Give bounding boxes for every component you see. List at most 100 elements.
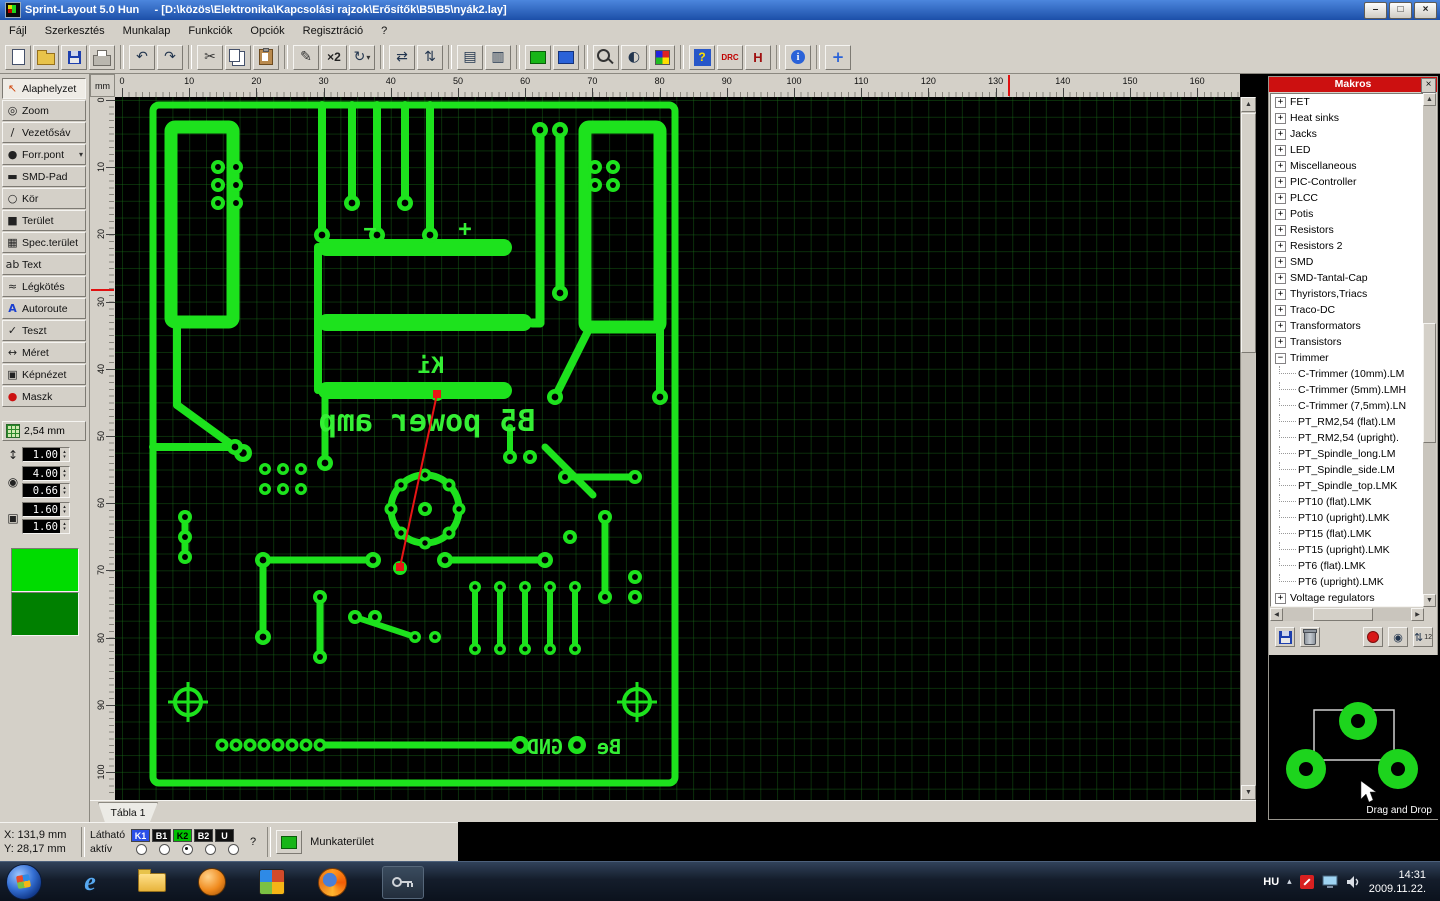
tool-airwire-button[interactable]: ≈Légkötés <box>2 276 86 297</box>
layerbottom-button[interactable] <box>553 45 579 70</box>
expand-icon[interactable]: + <box>1275 161 1286 172</box>
macro-item[interactable]: PT6 (flat).LMK <box>1271 558 1423 574</box>
macro-tree-horizontal-scrollbar[interactable]: ◀ ▶ <box>1270 608 1424 621</box>
copy-button[interactable] <box>225 45 251 70</box>
tool-smd-button[interactable]: ▬SMD-Pad <box>2 166 86 187</box>
layer-B1-radio[interactable] <box>159 844 170 855</box>
layer-U-radio[interactable] <box>228 844 239 855</box>
macro-category[interactable]: +Miscellaneous <box>1271 158 1423 174</box>
layer-B2-radio[interactable] <box>205 844 216 855</box>
macro-item[interactable]: PT_Spindle_long.LM <box>1271 446 1423 462</box>
macro-item[interactable]: PT6 (upright).LMK <box>1271 574 1423 590</box>
expand-icon[interactable]: + <box>1275 337 1286 348</box>
smd-height-field[interactable]: 1.60 ▴▾ <box>22 519 70 534</box>
pcb-canvas[interactable]: −+KiB5 power ampGNDBe <box>115 97 1240 800</box>
language-indicator[interactable]: HU <box>1263 876 1279 888</box>
macro-item[interactable]: PT15 (upright).LMK <box>1271 542 1423 558</box>
macro-item[interactable]: PT10 (upright).LMK <box>1271 510 1423 526</box>
scroll-down-icon[interactable]: ▼ <box>1241 785 1256 800</box>
save-button[interactable] <box>61 45 87 70</box>
close-button[interactable]: × <box>1414 2 1437 19</box>
menu-item-5[interactable]: Opciók <box>241 23 293 39</box>
expand-icon[interactable]: + <box>1275 593 1286 604</box>
quicklaunch-office[interactable] <box>257 867 287 897</box>
macro-view-button[interactable]: ◉ <box>1388 627 1408 647</box>
tool-photo-button[interactable]: ▣Képnézet <box>2 364 86 385</box>
redo-button[interactable]: ↷ <box>157 45 183 70</box>
tool-track-button[interactable]: /Vezetősáv <box>2 122 86 143</box>
layer-U-button[interactable]: U <box>215 829 234 842</box>
macro-category[interactable]: +Transistors <box>1271 334 1423 350</box>
track-width-field[interactable]: 1.00 ▴▾ <box>22 447 70 462</box>
record-macro-button[interactable] <box>1363 627 1383 647</box>
menu-item-3[interactable]: Munkalap <box>114 23 180 39</box>
macro-category[interactable]: +Voltage regulators <box>1271 590 1423 606</box>
layer-K1-button[interactable]: K1 <box>131 829 150 842</box>
macro-item[interactable]: PT_Spindle_top.LMK <box>1271 478 1423 494</box>
macro-item[interactable]: C-Trimmer (5mm).LMH <box>1271 382 1423 398</box>
layer-K1-radio[interactable] <box>136 844 147 855</box>
tool-zoom-button[interactable]: ◎Zoom <box>2 100 86 121</box>
macro-item[interactable]: PT15 (flat).LMK <box>1271 526 1423 542</box>
quicklaunch-explorer[interactable] <box>137 867 167 897</box>
expand-icon[interactable]: + <box>1275 209 1286 220</box>
scroll-right-icon[interactable]: ▶ <box>1411 608 1424 621</box>
macro-item[interactable]: PT_RM2,54 (flat).LM <box>1271 414 1423 430</box>
menu-item-7[interactable]: ? <box>372 23 396 39</box>
collapse-icon[interactable]: − <box>1275 353 1286 364</box>
expand-icon[interactable]: + <box>1275 113 1286 124</box>
close-icon[interactable]: × <box>1421 78 1436 93</box>
tool-circle-button[interactable]: ○Kör <box>2 188 86 209</box>
macro-category[interactable]: +PLCC <box>1271 190 1423 206</box>
macro-category[interactable]: +SMD <box>1271 254 1423 270</box>
macro-sort-button[interactable]: ⇅12 <box>1413 627 1433 647</box>
track-width-spinner[interactable]: ▴▾ <box>60 448 69 461</box>
menu-item-6[interactable]: Regisztráció <box>294 23 373 39</box>
expand-icon[interactable]: + <box>1275 305 1286 316</box>
macro-item[interactable]: C-Trimmer (7,5mm).LN <box>1271 398 1423 414</box>
macro-preview[interactable]: Drag and Drop <box>1269 655 1439 819</box>
expand-icon[interactable]: + <box>1275 225 1286 236</box>
macro-category[interactable]: −Trimmer <box>1271 350 1423 366</box>
rotate-button[interactable]: ↻▾ <box>349 45 375 70</box>
tool-autoroute-button[interactable]: AAutoroute <box>2 298 86 319</box>
hpgl-button[interactable]: H <box>745 45 771 70</box>
expand-icon[interactable]: + <box>1275 321 1286 332</box>
macro-category[interactable]: +Resistors <box>1271 222 1423 238</box>
mirrorv-button[interactable]: ⇅ <box>417 45 443 70</box>
macro-category[interactable]: +Thyristors,Triacs <box>1271 286 1423 302</box>
smd-width-spinner[interactable]: ▴▾ <box>60 503 69 516</box>
tray-alert-icon[interactable] <box>1300 875 1314 889</box>
undo-button[interactable]: ↶ <box>129 45 155 70</box>
sheet-tab[interactable]: Tábla 1 <box>98 802 158 823</box>
macro-category[interactable]: +SMD-Tantal-Cap <box>1271 270 1423 286</box>
macro-category[interactable]: +LED <box>1271 142 1423 158</box>
macro-item[interactable]: C-Trimmer (10mm).LM <box>1271 366 1423 382</box>
layer-K2-button[interactable]: K2 <box>173 829 192 842</box>
expand-icon[interactable]: + <box>1275 145 1286 156</box>
zoomtool-button[interactable] <box>593 45 619 70</box>
scroll-up-icon[interactable]: ▲ <box>1241 97 1256 112</box>
grid-button[interactable]: 2,54 mm <box>2 421 86 441</box>
layer-B1-button[interactable]: B1 <box>152 829 171 842</box>
canvas-vertical-scrollbar[interactable]: ▲ ▼ <box>1240 97 1256 800</box>
scrollbar-thumb[interactable] <box>1423 323 1436 443</box>
macro-category[interactable]: +PIC-Controller <box>1271 174 1423 190</box>
quicklaunch-internet-explorer[interactable]: e <box>75 867 105 897</box>
expand-icon[interactable]: + <box>1275 177 1286 188</box>
pad-outer-field[interactable]: 4.00 ▴▾ <box>22 466 70 481</box>
cut-button[interactable]: ✂ <box>197 45 223 70</box>
expand-icon[interactable]: + <box>1275 97 1286 108</box>
contrast-button[interactable]: ◐ <box>621 45 647 70</box>
quicklaunch-media-player[interactable] <box>197 867 227 897</box>
tool-pad-button[interactable]: ●Forr.pont▾ <box>2 144 86 165</box>
scrollbar-thumb[interactable] <box>1241 113 1256 353</box>
macro-item[interactable]: PT_Spindle_side.LM <box>1271 462 1423 478</box>
zoom2x-button[interactable]: ×2 <box>321 45 347 70</box>
info-button[interactable] <box>785 45 811 70</box>
open-button[interactable] <box>33 45 59 70</box>
mirrorh-button[interactable]: ⇄ <box>389 45 415 70</box>
expand-icon[interactable]: + <box>1275 193 1286 204</box>
expand-icon[interactable]: + <box>1275 129 1286 140</box>
menu-item-1[interactable]: Fájl <box>0 23 36 39</box>
